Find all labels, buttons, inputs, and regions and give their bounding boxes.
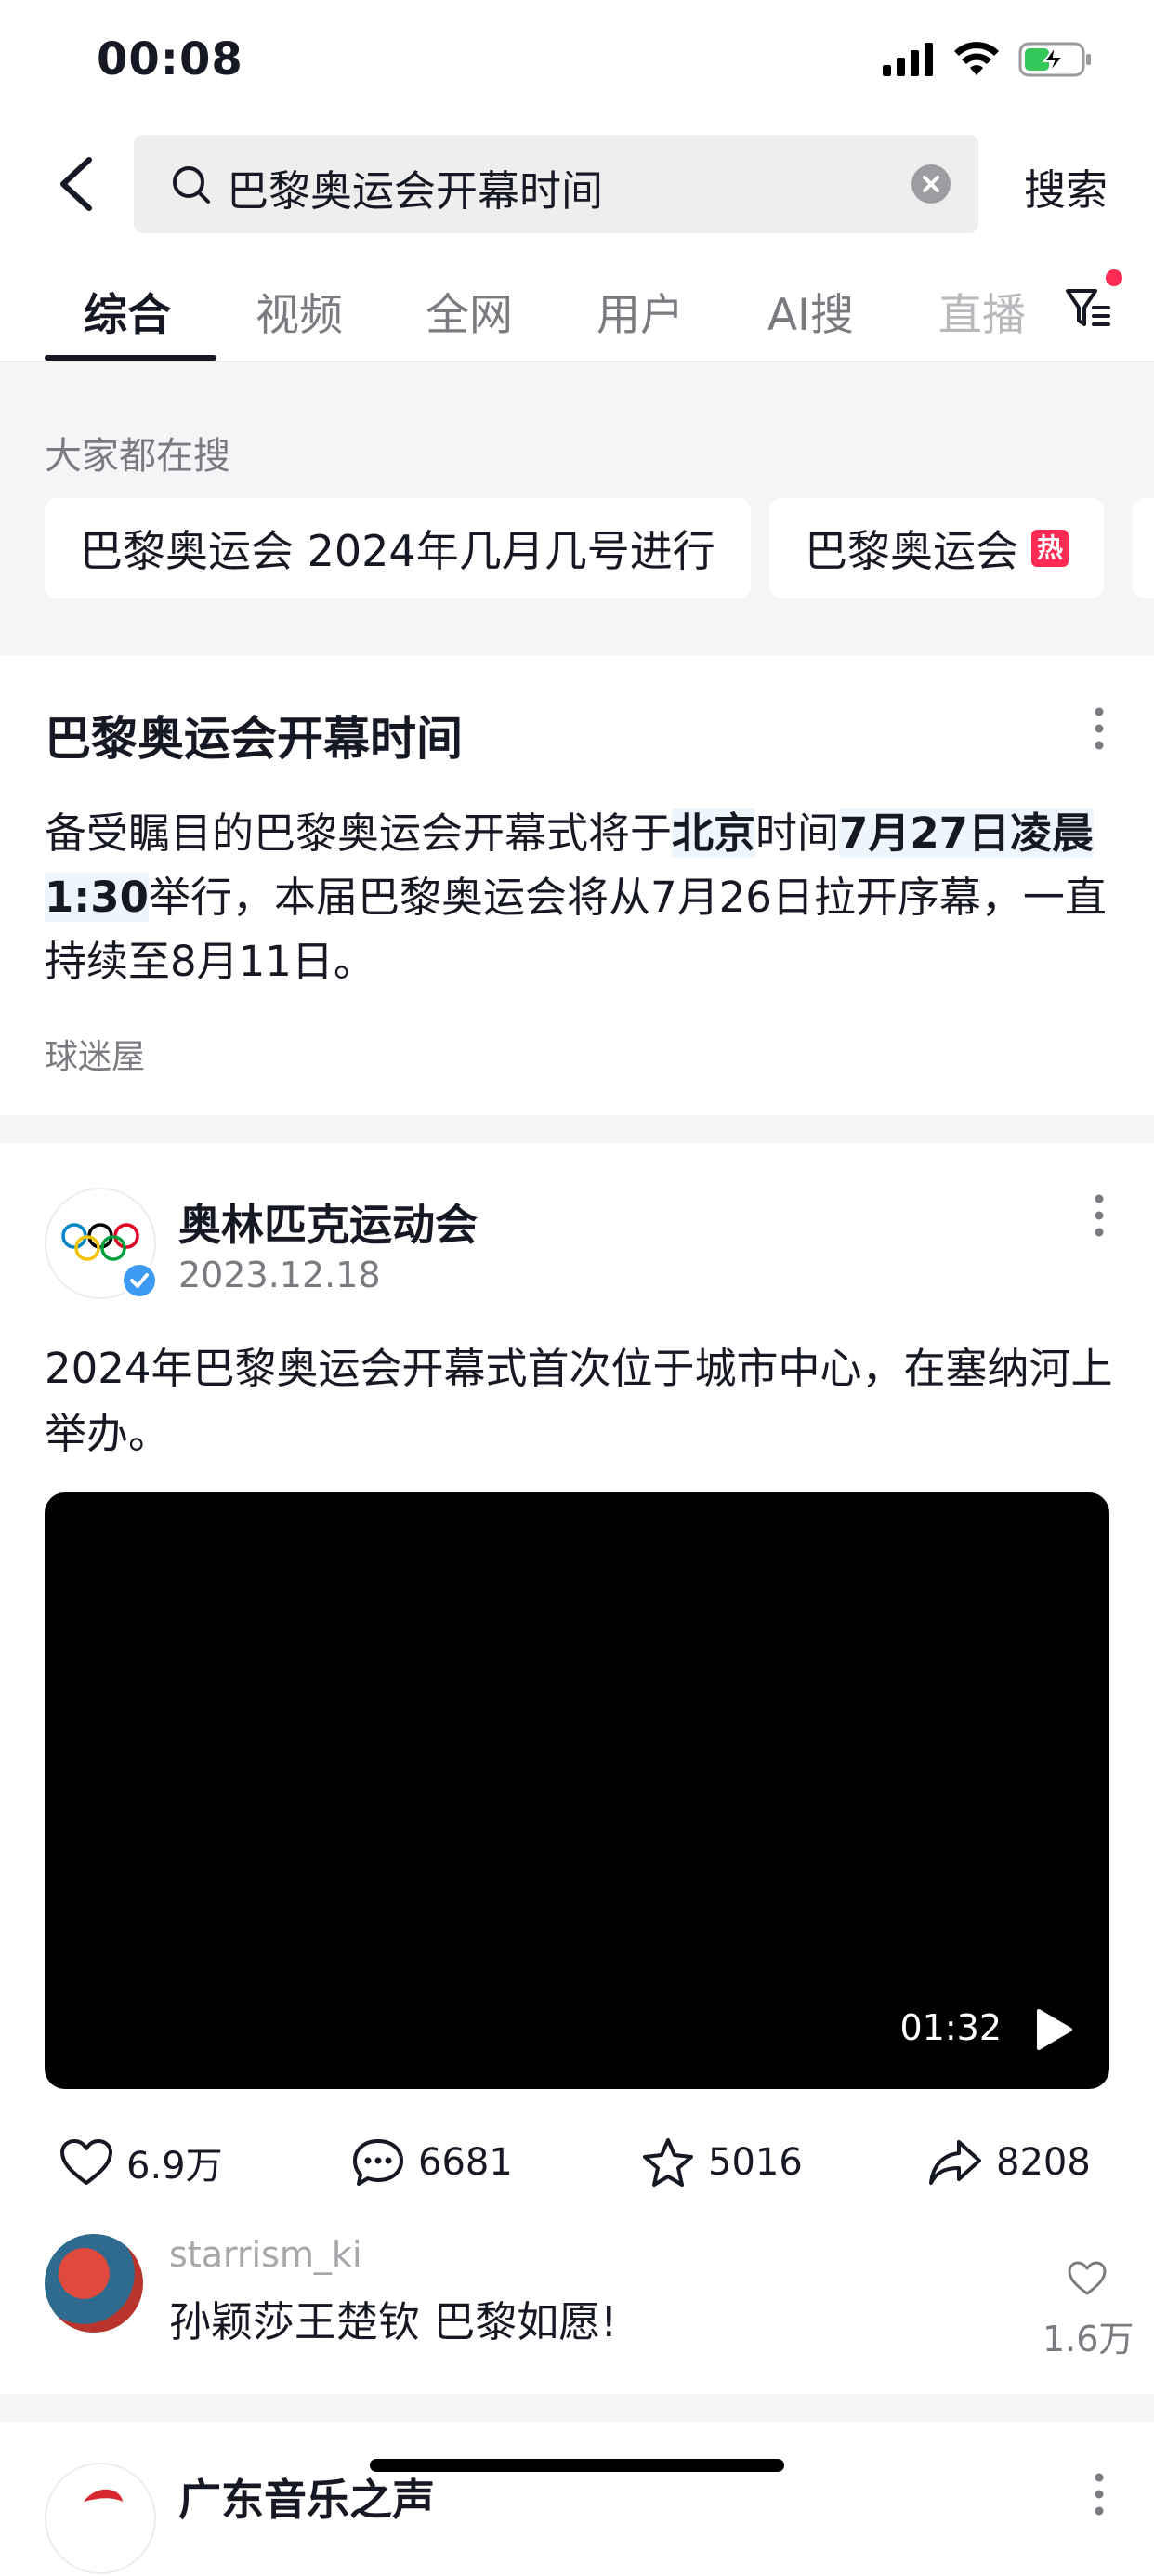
search-icon [173, 166, 210, 204]
post-date: 2023.12.18 [178, 1255, 381, 1295]
author-name[interactable]: 奥林匹克运动会 [178, 1191, 478, 1253]
verified-badge-icon [121, 1262, 158, 1299]
share-button[interactable]: 8208 [927, 2134, 1091, 2191]
favorite-button[interactable]: 5016 [641, 2134, 803, 2191]
answer-highlight: 北京 [672, 808, 756, 858]
brand-logo-icon [84, 2489, 123, 2502]
hot-search-chip[interactable]: 巴黎奥运会 热 [769, 498, 1104, 598]
tab-web[interactable]: 全网 [426, 279, 513, 343]
heart-icon[interactable] [1067, 2260, 1108, 2297]
more-options-icon[interactable] [1093, 706, 1106, 751]
battery-charging-icon [1018, 42, 1091, 77]
filter-icon[interactable] [1064, 283, 1112, 332]
play-icon[interactable] [1033, 2007, 1074, 2052]
hot-search-chip[interactable]: 巴黎奥运会 2024年几月几号进行 [45, 498, 751, 598]
share-icon [929, 2140, 981, 2185]
back-icon[interactable] [56, 156, 95, 212]
filter-notification-dot [1106, 269, 1122, 286]
hot-search-chip[interactable] [1132, 498, 1154, 598]
post-text: 2024年巴黎奥运会开幕式首次位于城市中心，在塞纳河上举办。 [45, 1344, 1113, 1458]
tab-users[interactable]: 用户 [597, 279, 684, 343]
answer-text-part: 备受瞩目的巴黎奥运会开幕式将于 [45, 808, 673, 858]
answer-title: 巴黎奥运会开幕时间 [45, 712, 463, 766]
answer-text-part: 时间 [755, 808, 840, 858]
search-button[interactable]: 搜索 [1024, 156, 1108, 217]
answer-source[interactable]: 球迷屋 [45, 1030, 145, 1078]
favorite-count: 5016 [708, 2141, 803, 2184]
tab-videos[interactable]: 视频 [256, 279, 343, 343]
hot-badge: 热 [1031, 530, 1069, 567]
more-options-icon[interactable] [1093, 2472, 1106, 2517]
comment-button[interactable]: 6681 [351, 2134, 513, 2191]
author-avatar[interactable] [45, 2463, 156, 2574]
search-query-text[interactable]: 巴黎奥运会开幕时间 [227, 157, 603, 217]
comment-like-count: 1.6万 [1043, 2319, 1134, 2359]
section-separator [0, 1115, 1154, 1143]
hot-search-chip-label: 巴黎奥运会 [805, 526, 1018, 576]
clear-icon[interactable] [911, 164, 951, 204]
answer-text: 备受瞩目的巴黎奥运会开幕式将于北京时间7月27日凌晨1:30举行，本届巴黎奥运会… [45, 801, 1113, 993]
status-icons [883, 41, 1093, 78]
hot-searches-title: 大家都在搜 [45, 435, 230, 478]
heart-icon [60, 2139, 112, 2185]
comment-icon [353, 2139, 403, 2186]
tab-live[interactable]: 直播 [938, 279, 1026, 343]
tab-all[interactable]: 综合 [84, 279, 171, 343]
signal-icon [883, 43, 933, 76]
video-duration: 01:32 [899, 2007, 1002, 2048]
answer-text-part: 举行，本届巴黎奥运会将从7月26日拉开序幕，一直持续至8月11日。 [45, 873, 1107, 986]
search-input[interactable]: 巴黎奥运会开幕时间 [134, 135, 978, 233]
hot-search-chip-label: 巴黎奥运会 2024年几月几号进行 [80, 526, 715, 576]
author-name[interactable]: 广东音乐之声 [178, 2466, 435, 2528]
section-separator [0, 2394, 1154, 2422]
status-time: 00:08 [97, 33, 243, 85]
star-icon [643, 2138, 693, 2187]
home-indicator[interactable] [370, 2459, 784, 2472]
commenter-username[interactable]: starrism_ki [169, 2234, 362, 2275]
comment-text: 孙颖莎王楚钦 巴黎如愿! [169, 2297, 618, 2346]
like-button[interactable]: 6.9万 [59, 2134, 223, 2191]
wifi-icon [954, 42, 999, 75]
video-player[interactable]: 01:32 [45, 1492, 1109, 2089]
tab-bar: 综合 视频 全网 用户 AI搜 直播 [0, 269, 1154, 359]
hot-searches-section: 大家都在搜 巴黎奥运会 2024年几月几号进行 巴黎奥运会 热 [0, 362, 1154, 655]
like-count: 6.9万 [126, 2145, 223, 2188]
comment-count: 6681 [418, 2141, 513, 2184]
tab-ai-search[interactable]: AI搜 [767, 279, 854, 343]
share-count: 8208 [996, 2141, 1091, 2184]
more-options-icon[interactable] [1093, 1193, 1106, 1238]
commenter-avatar[interactable] [45, 2234, 143, 2333]
